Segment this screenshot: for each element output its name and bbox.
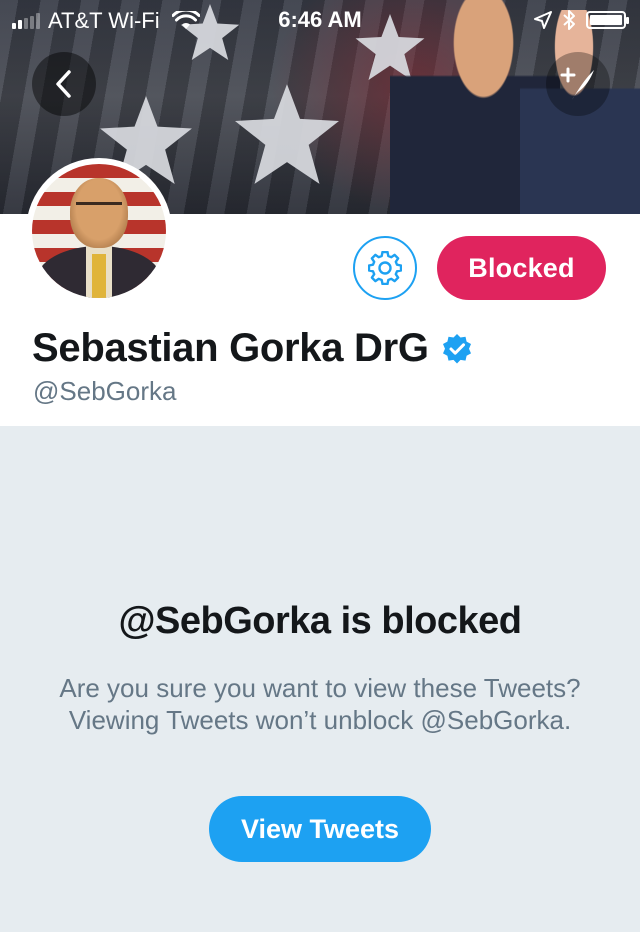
location-arrow-icon (534, 11, 552, 29)
profile-handle: @SebGorka (33, 376, 177, 406)
back-button[interactable] (32, 52, 96, 116)
status-right (534, 9, 629, 31)
avatar-tie (92, 254, 106, 298)
verified-badge-icon (442, 333, 471, 363)
settings-button[interactable] (353, 236, 417, 300)
status-bar: AT&T Wi-Fi 6:46 AM (0, 0, 640, 40)
blocked-notice-panel: @SebGorka is blocked Are you sure you wa… (0, 426, 640, 932)
avatar[interactable] (26, 158, 172, 304)
bluetooth-icon (563, 10, 575, 30)
compose-tweet-button[interactable] (546, 52, 610, 116)
blocked-description: Are you sure you want to view these Twee… (59, 673, 581, 735)
gear-icon (368, 251, 402, 285)
blocked-button[interactable]: Blocked (437, 236, 606, 300)
blocked-title: @SebGorka is blocked (118, 600, 522, 642)
display-name: Sebastian Gorka DrG (32, 326, 429, 370)
avatar-glasses (76, 202, 122, 215)
display-name-row: Sebastian Gorka DrG (32, 326, 473, 371)
compose-tweet-icon (560, 67, 594, 100)
flag-star (235, 84, 339, 184)
avatar-image (32, 164, 166, 298)
battery-icon (586, 11, 629, 29)
view-tweets-button[interactable]: View Tweets (209, 796, 431, 862)
chevron-left-icon (56, 70, 71, 98)
